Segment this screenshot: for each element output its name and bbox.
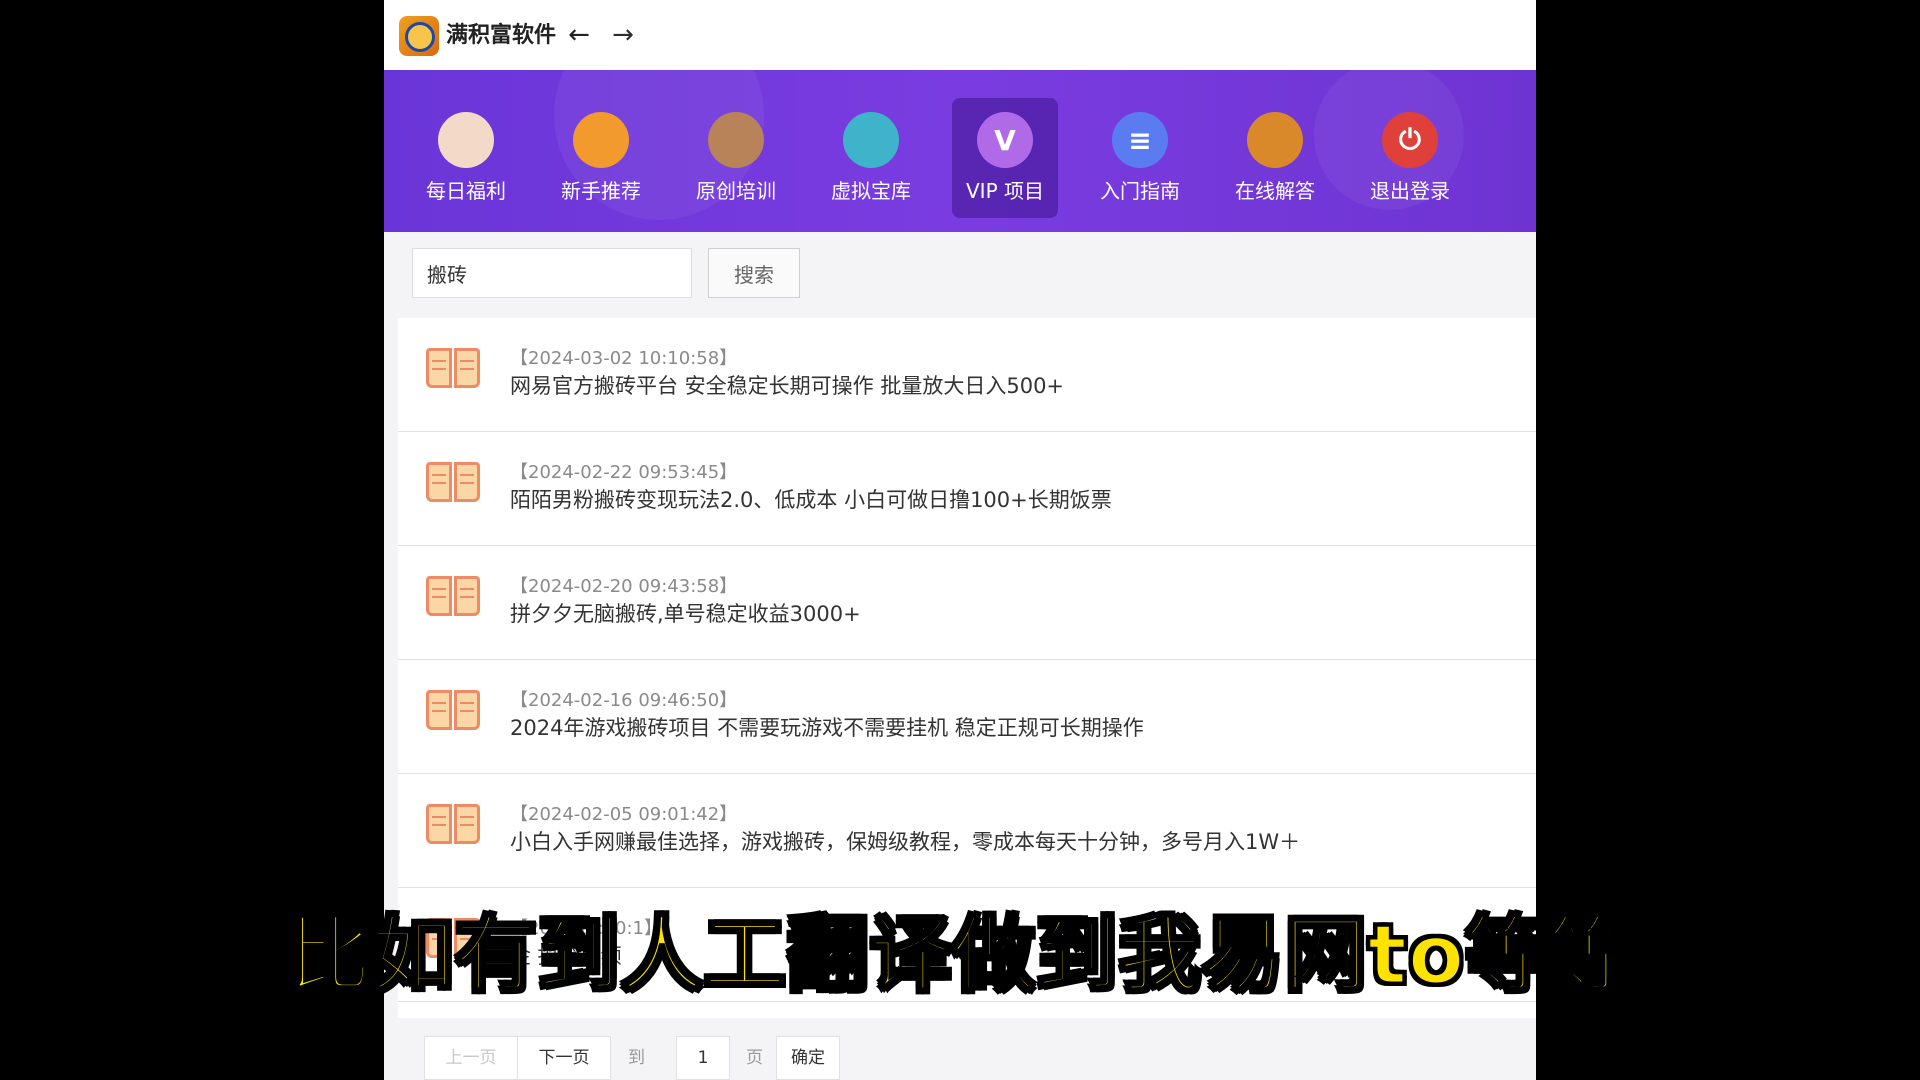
book-icon (426, 576, 482, 620)
list-item[interactable]: 【2024-02-05 09:01:42】小白入手网赚最佳选择，游戏搬砖，保姆级… (398, 774, 1536, 888)
item-date: 【2024-02-22 09:53:45】 (510, 462, 738, 483)
item-date: 【2024-02-16 09:46:50】 (510, 690, 738, 711)
list-item[interactable]: 【2024-02-20 09:43:58】拼夕夕无脑搬砖,单号稳定收益3000+ (398, 546, 1536, 660)
list-item[interactable]: 【2024-02-22 09:53:45】陌陌男粉搬砖变现玩法2.0、低成本 小… (398, 432, 1536, 546)
book-icon (426, 690, 482, 734)
next-page-button[interactable]: 下一页 (517, 1036, 611, 1080)
item-title: 陌陌男粉搬砖变现玩法2.0、低成本 小白可做日撸100+长期饭票 (510, 488, 1112, 512)
nav-item-5[interactable]: V VIP 项目 (952, 98, 1058, 218)
nav-item-label: 原创培训 (696, 179, 776, 203)
support-agent-icon (1247, 112, 1303, 168)
nav-item-label: 新手推荐 (561, 179, 641, 203)
app-title: 满积富软件 (446, 23, 557, 48)
nav-item-3[interactable]: 原创培训 (683, 98, 789, 218)
nav-item-label: 入门指南 (1100, 179, 1180, 203)
nav-item-label: VIP 项目 (966, 179, 1044, 203)
nav-item-4[interactable]: 虚拟宝库 (818, 98, 924, 218)
vip-icon: V (977, 112, 1033, 168)
warehouse-icon (843, 112, 899, 168)
nav-item-label: 退出登录 (1370, 179, 1450, 203)
book-icon (426, 348, 482, 392)
item-title: 2024年游戏搬砖项目 不需要玩游戏不需要挂机 稳定正规可长期操作 (510, 716, 1144, 740)
page-number-input[interactable]: 1 (676, 1036, 730, 1080)
nav-item-1[interactable]: 每日福利 (413, 98, 519, 218)
item-date: 【2024-02-05 09:01:42】 (510, 804, 738, 825)
app-logo (399, 16, 439, 56)
prev-page-button[interactable]: 上一页 (424, 1036, 518, 1080)
main-nav: 每日福利 新手推荐 原创培训 虚拟宝库 V VIP 项目 ≡ 入门指南 在线解答 ⏻ 退出登录 (384, 10, 1536, 232)
nav-item-8[interactable]: ⏻ 退出登录 (1357, 98, 1463, 218)
page-unit-label: 页 (746, 1048, 763, 1068)
list-item[interactable]: 【2024-02-16 09:46:50】 2024年游戏搬砖项目 不需要玩游戏不… (398, 660, 1536, 774)
lucky-cat-icon (438, 112, 494, 168)
title-bar: 满积富软件 ← → (384, 0, 1536, 70)
thumbs-up-icon (573, 112, 629, 168)
document-icon: ≡ (1112, 112, 1168, 168)
item-date: 【2024-03-02 10:10:58】 (510, 348, 738, 369)
item-title: 小白入手网赚最佳选择，游戏搬砖，保姆级教程，零成本每天十分钟，多号月入1W＋ (510, 830, 1301, 854)
training-board-icon (708, 112, 764, 168)
nav-item-label: 虚拟宝库 (831, 179, 911, 203)
book-icon (426, 804, 482, 848)
confirm-page-button[interactable]: 确定 (776, 1036, 840, 1080)
nav-item-6[interactable]: ≡ 入门指南 (1087, 98, 1193, 218)
nav-item-2[interactable]: 新手推荐 (548, 98, 654, 218)
search-button[interactable]: 搜索 (708, 248, 800, 298)
power-icon: ⏻ (1382, 112, 1438, 168)
nav-item-label: 在线解答 (1235, 179, 1315, 203)
search-input[interactable] (412, 248, 692, 298)
nav-item-7[interactable]: 在线解答 (1222, 98, 1328, 218)
item-date: 【2024-02-20 09:43:58】 (510, 576, 738, 597)
list-item[interactable]: 【2024-03-02 10:10:58】网易官方搬砖平台 安全稳定长期可操作 … (398, 318, 1536, 432)
video-subtitle: 比如有到人工翻译做到我易网to等等 (287, 907, 1632, 1005)
book-icon (426, 462, 482, 506)
item-title: 网易官方搬砖平台 安全稳定长期可操作 批量放大日入500+ (510, 374, 1065, 398)
item-title: 拼夕夕无脑搬砖,单号稳定收益3000+ (510, 602, 861, 626)
nav-item-label: 每日福利 (426, 179, 506, 203)
goto-label: 到第 (628, 1048, 645, 1068)
